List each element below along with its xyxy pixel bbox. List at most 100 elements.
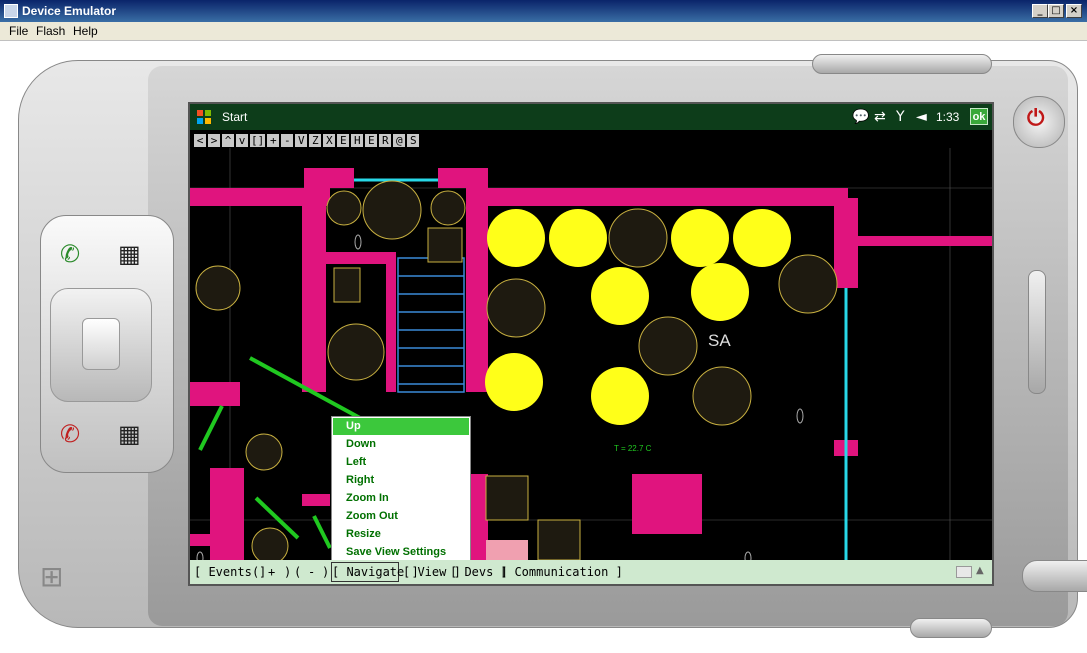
tool-left[interactable]: < — [194, 134, 206, 147]
lamp-off[interactable] — [362, 180, 422, 240]
menu-help[interactable]: Help — [73, 24, 98, 38]
wall — [488, 188, 848, 206]
tool-v[interactable]: V — [295, 134, 308, 147]
tool-up[interactable]: ^ — [222, 134, 234, 147]
chat-icon[interactable]: 💬 — [852, 109, 869, 125]
open-paren: ( — [252, 565, 260, 579]
wall — [858, 236, 992, 246]
contacts-icon[interactable]: ▦ — [118, 240, 141, 268]
wm-taskbar: Start 💬 ⇄ Y ◄ 1:33 ok — [190, 104, 992, 130]
communication-menu[interactable]: [ Communication ] — [500, 565, 623, 579]
keyboard-arrow-icon[interactable]: ▲ — [976, 565, 984, 576]
minimize-button[interactable]: _ — [1032, 4, 1048, 18]
wall — [190, 382, 240, 406]
lamp-off[interactable] — [251, 527, 289, 560]
wall — [190, 534, 220, 546]
menu-item-left[interactable]: Left — [333, 454, 469, 471]
top-button[interactable] — [812, 54, 992, 74]
lamp-off[interactable] — [486, 278, 546, 338]
lamp-off[interactable] — [245, 433, 283, 471]
lamp-off[interactable] — [638, 316, 698, 376]
call-icon[interactable]: ✆ — [60, 240, 80, 268]
menu-item-up[interactable]: Up — [333, 418, 469, 435]
lamp-on[interactable] — [671, 209, 729, 267]
start-menu[interactable]: Start — [222, 110, 247, 124]
lamp-off[interactable] — [195, 265, 241, 311]
side-scroll-button[interactable] — [1028, 270, 1046, 394]
maximize-button[interactable]: □ — [1048, 4, 1064, 18]
bottom-button[interactable] — [910, 618, 992, 638]
device-screen: Start 💬 ⇄ Y ◄ 1:33 ok < > ^ v [] + - V Z… — [188, 102, 994, 586]
tool-x[interactable]: X — [323, 134, 336, 147]
lamp-on[interactable] — [487, 209, 545, 267]
end-call-icon[interactable]: ✆ — [60, 420, 80, 448]
windows-flag-icon[interactable] — [196, 109, 212, 125]
lamp-on[interactable] — [485, 353, 543, 411]
menu-flash[interactable]: Flash — [36, 24, 65, 38]
menu-item-right[interactable]: Right — [333, 472, 469, 489]
view-toolbar: < > ^ v [] + - V Z X E H E R @ S — [194, 134, 420, 147]
power-icon: ⏻ — [1027, 106, 1045, 131]
lamp-off[interactable] — [778, 254, 838, 314]
menu-item-down[interactable]: Down — [333, 436, 469, 453]
wall — [632, 474, 702, 534]
close-button[interactable]: × — [1066, 4, 1082, 18]
menu-item-zoom-in[interactable]: Zoom In — [333, 490, 469, 507]
floor-plan[interactable]: SA T = 22.7 C — [190, 148, 992, 560]
no-signal-icon[interactable]: Y — [896, 109, 905, 125]
lamp-on[interactable] — [549, 209, 607, 267]
menu-item-save-view-settings[interactable]: Save View Settings — [333, 544, 469, 561]
context-menu: Up Down Left Right Zoom In Zoom Out Resi… — [331, 416, 471, 562]
tool-z[interactable]: Z — [309, 134, 322, 147]
ok-button[interactable]: ok — [970, 108, 988, 125]
wall — [304, 168, 354, 188]
temperature-label: T = 22.7 C — [614, 444, 652, 453]
wall — [326, 252, 396, 264]
menu-item-resize[interactable]: Resize — [333, 526, 469, 543]
stairs — [397, 257, 465, 393]
zoom-plus-button[interactable]: + — [268, 565, 275, 579]
sync-icon[interactable]: ⇄ — [874, 109, 886, 125]
wall — [834, 198, 858, 288]
windows-logo-icon: ⊞ — [40, 560, 64, 593]
softkey-bar: [ Events ] ( + ) ( - ) [ Navigate ] [ Vi… — [190, 560, 992, 584]
tool-zoom-out[interactable]: - — [281, 134, 294, 147]
lamp-on[interactable] — [591, 267, 649, 325]
lamp-off[interactable] — [608, 208, 668, 268]
clock[interactable]: 1:33 — [936, 110, 959, 124]
lamp-on[interactable] — [691, 263, 749, 321]
lamp-off[interactable] — [327, 323, 385, 381]
open-paren: ( — [294, 565, 302, 579]
window-title: Device Emulator — [22, 4, 117, 18]
wall — [466, 188, 488, 392]
tool-s[interactable]: S — [407, 134, 420, 147]
menu-file[interactable]: File — [9, 24, 28, 38]
pink-block — [486, 540, 528, 560]
tool-fit[interactable]: [] — [250, 134, 266, 147]
keyboard-icon[interactable] — [956, 566, 972, 578]
wall — [302, 188, 326, 392]
window-titlebar: Device Emulator _ □ × — [0, 0, 1087, 22]
tool-e[interactable]: E — [337, 134, 350, 147]
tool-zoom-in[interactable]: + — [267, 134, 280, 147]
lamp-off[interactable] — [326, 190, 362, 226]
tool-right[interactable]: > — [208, 134, 220, 147]
app-icon — [4, 4, 18, 18]
lamp-off[interactable] — [430, 190, 466, 226]
tool-r[interactable]: R — [379, 134, 392, 147]
menu-item-zoom-out[interactable]: Zoom Out — [333, 508, 469, 525]
wall — [210, 468, 244, 560]
tool-h[interactable]: H — [351, 134, 364, 147]
zoom-minus-button[interactable]: - — [308, 565, 315, 579]
lamp-on[interactable] — [733, 209, 791, 267]
tool-at[interactable]: @ — [393, 134, 406, 147]
tool-e2[interactable]: E — [365, 134, 378, 147]
keypad-icon[interactable]: ▦ — [118, 420, 141, 448]
menubar: File Flash Help — [0, 22, 1087, 41]
volume-mute-icon[interactable]: ◄ — [916, 109, 927, 125]
wall — [302, 494, 330, 506]
tool-down[interactable]: v — [236, 134, 248, 147]
lamp-on[interactable] — [591, 367, 649, 425]
lamp-off[interactable] — [692, 366, 752, 426]
dpad-center-button[interactable] — [82, 318, 120, 370]
